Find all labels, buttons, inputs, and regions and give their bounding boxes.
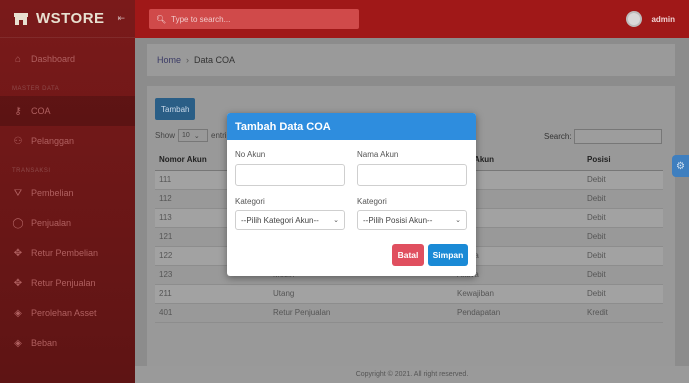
show-label: Show xyxy=(155,131,176,140)
table-cell: Utang xyxy=(269,284,453,304)
table-row: 211 Utang Kewajiban Debit xyxy=(155,284,663,304)
table-search-label: Search: xyxy=(544,132,572,141)
search-icon: 🔍︎ xyxy=(156,14,167,24)
brand-name: WSTORE xyxy=(36,10,105,27)
table-search-input[interactable] xyxy=(574,129,662,144)
add-coa-modal: Tambah Data COA No Akun Nama Akun Katego… xyxy=(227,113,476,276)
sidebar-item-label: Beban xyxy=(31,338,58,348)
modal-title: Tambah Data COA xyxy=(227,113,476,140)
table-cell: Pendapatan xyxy=(453,303,583,323)
table-row: 401 Retur Penjualan Pendapatan Kredit xyxy=(155,303,663,323)
brand[interactable]: WSTORE ⇤ xyxy=(0,0,135,38)
section-heading-transaksi: TRANSAKSI xyxy=(12,168,51,174)
user-menu[interactable]: admin xyxy=(626,11,675,27)
table-cell: Kredit xyxy=(583,303,663,323)
user-name: admin xyxy=(651,14,675,24)
search-input[interactable]: 🔍︎ Type to search... xyxy=(149,9,359,29)
table-cell: 211 xyxy=(155,284,269,304)
table-cell: Debit xyxy=(583,265,663,285)
entries-select[interactable]: 10 ⌄ xyxy=(178,129,209,142)
avatar xyxy=(626,11,643,27)
home-icon: ⌂ xyxy=(14,53,22,65)
filter-icon: ⛛ xyxy=(13,187,23,199)
chevron-down-icon: ⌄ xyxy=(333,217,339,224)
user-plus-icon: ⚇ xyxy=(13,135,23,147)
sidebar-item-label: Dashboard xyxy=(31,54,76,64)
table-cell: Debit xyxy=(583,227,663,247)
table-cell: Debit xyxy=(583,208,663,228)
search-placeholder: Type to search... xyxy=(171,14,231,24)
section-heading-master: MASTER DATA xyxy=(12,86,60,92)
table-cell: Retur Penjualan xyxy=(269,303,453,323)
sidebar: WSTORE ⇤ ⌂ Dashboard MASTER DATA ⚷ COA ⚇… xyxy=(0,0,135,383)
arrows-icon: ✥ xyxy=(13,247,23,259)
table-cell: Debit xyxy=(583,189,663,209)
sidebar-item-penjualan[interactable]: ◯ Penjualan xyxy=(0,208,135,238)
footer: Copyright © 2021. All right reserved. xyxy=(135,366,689,383)
topbar: 🔍︎ Type to search... admin xyxy=(135,0,689,38)
table-cell: 401 xyxy=(155,303,269,323)
nama-akun-label: Nama Akun xyxy=(357,150,399,159)
sidebar-item-label: Retur Pembelian xyxy=(31,248,99,258)
no-akun-input[interactable] xyxy=(235,164,345,186)
column-header[interactable]: Posisi xyxy=(583,150,663,171)
no-akun-label: No Akun xyxy=(235,150,266,159)
breadcrumb-current: Data COA xyxy=(194,55,236,65)
nama-akun-input[interactable] xyxy=(357,164,467,186)
sidebar-item-coa[interactable]: ⚷ COA xyxy=(0,96,135,126)
cancel-button[interactable]: Batal xyxy=(392,244,424,266)
add-button[interactable]: Tambah xyxy=(155,98,196,120)
sidebar-item-label: Pelanggan xyxy=(31,136,75,146)
table-cell: Debit xyxy=(583,170,663,190)
tag-icon: ◯ xyxy=(12,217,24,229)
entries-label: entri xyxy=(211,131,227,140)
posisi-select-value: --Pilih Posisi Akun-- xyxy=(363,215,433,225)
sidebar-item-label: COA xyxy=(31,106,51,116)
sidebar-item-beban[interactable]: ◈ Beban xyxy=(0,328,135,358)
sidebar-item-label: Penjualan xyxy=(31,218,72,228)
kategori-akun-select[interactable]: --Pilih Kategori Akun-- ⌄ xyxy=(235,210,345,230)
posisi-akun-select[interactable]: --Pilih Posisi Akun-- ⌄ xyxy=(357,210,467,230)
sidebar-item-perolehan-asset[interactable]: ◈ Perolehan Asset xyxy=(0,298,135,328)
sidebar-item-retur-penjualan[interactable]: ✥ Retur Penjualan xyxy=(0,268,135,298)
entries-value: 10 xyxy=(182,132,190,139)
chevron-down-icon: ⌄ xyxy=(455,217,461,224)
sidebar-item-pelanggan[interactable]: ⚇ Pelanggan xyxy=(0,126,135,156)
coin-icon: ◈ xyxy=(14,307,22,319)
breadcrumb: Home › Data COA xyxy=(147,44,675,76)
sidebar-item-pembelian[interactable]: ⛛ Pembelian xyxy=(0,178,135,208)
chevron-right-icon: › xyxy=(186,55,190,65)
sidebar-item-dashboard[interactable]: ⌂ Dashboard xyxy=(0,44,135,74)
table-cell: Debit xyxy=(583,284,663,304)
kategori-select-value: --Pilih Kategori Akun-- xyxy=(241,215,319,225)
settings-gear-icon[interactable]: ⚙ xyxy=(672,155,689,177)
show-entries: Show 10 ⌄ entri xyxy=(155,129,227,142)
breadcrumb-home[interactable]: Home xyxy=(157,55,181,65)
table-cell: Debit xyxy=(583,246,663,266)
table-cell: Kewajiban xyxy=(453,284,583,304)
kategori-label: Kategori xyxy=(357,197,387,206)
store-icon xyxy=(14,12,28,25)
chevron-down-icon: ⌄ xyxy=(193,132,200,140)
sidebar-item-label: Perolehan Asset xyxy=(31,308,97,318)
arrows-icon: ✥ xyxy=(13,277,23,289)
sidebar-item-label: Pembelian xyxy=(31,188,74,198)
sidebar-item-retur-pembelian[interactable]: ✥ Retur Pembelian xyxy=(0,238,135,268)
collapse-sidebar-icon[interactable]: ⇤ xyxy=(117,13,125,24)
save-button[interactable]: Simpan xyxy=(428,244,468,266)
sidebar-item-label: Retur Penjualan xyxy=(31,278,96,288)
kategori-label: Kategori xyxy=(235,197,265,206)
key-icon: ⚷ xyxy=(14,105,22,117)
coin-icon: ◈ xyxy=(14,337,22,349)
